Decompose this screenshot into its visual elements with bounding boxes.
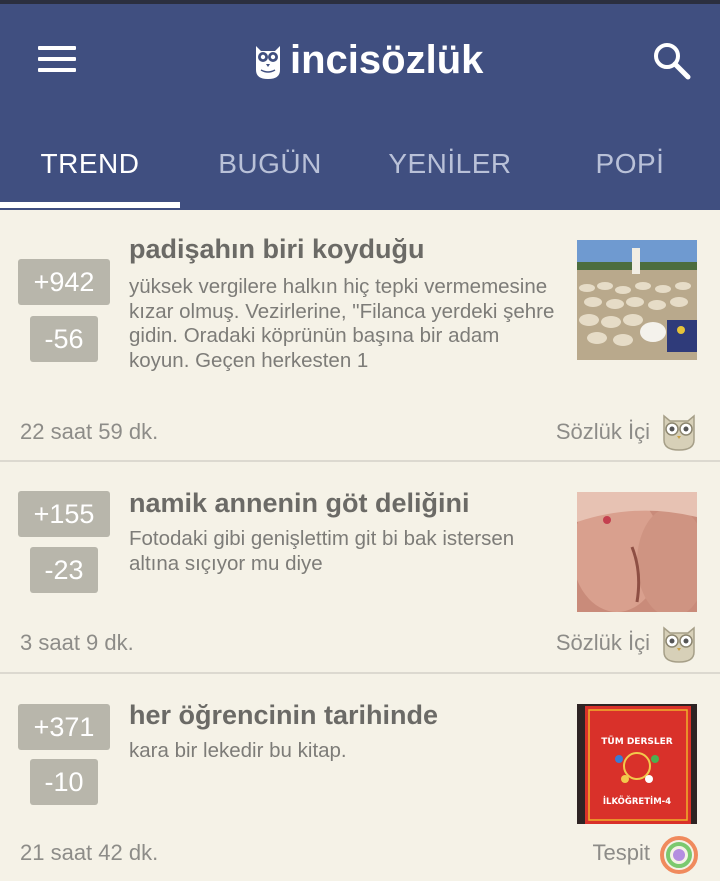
entry-excerpt: Fotodaki gibi genişlettim git bi bak ist… bbox=[129, 527, 515, 575]
tab-bugun[interactable]: BUGÜN bbox=[180, 126, 360, 210]
sheep-flock-photo bbox=[577, 240, 697, 360]
entry-timestamp: 22 saat 59 dk. bbox=[20, 419, 159, 444]
owl-icon bbox=[658, 622, 700, 664]
entry-title[interactable]: namik annenin göt deliğini bbox=[129, 488, 470, 519]
app-logo[interactable]: incisözlük bbox=[252, 36, 483, 84]
upvote-button[interactable]: +942 bbox=[18, 259, 110, 305]
book-title-top: TÜM DERSLER bbox=[601, 736, 672, 747]
entry-thumbnail[interactable] bbox=[577, 240, 697, 360]
tab-bar: TREND BUGÜN YENİLER POPİ bbox=[0, 126, 720, 210]
book-title-bottom: İLKÖĞRETİM-4 bbox=[603, 795, 671, 807]
upvote-button[interactable]: +371 bbox=[18, 704, 110, 750]
downvote-button[interactable]: -23 bbox=[30, 547, 98, 593]
magnifier-icon bbox=[658, 834, 700, 876]
search-icon[interactable] bbox=[652, 41, 692, 81]
entry-card[interactable]: +155 -23 namik annenin göt deliğini Foto… bbox=[0, 462, 720, 672]
entry-timestamp: 3 saat 9 dk. bbox=[20, 630, 134, 655]
app-bar: incisözlük TREND BUGÜN YENİLER POPİ bbox=[0, 4, 720, 210]
hamburger-menu-icon[interactable] bbox=[38, 44, 76, 74]
entry-timestamp: 21 saat 42 dk. bbox=[20, 840, 159, 865]
entry-card[interactable]: +371 -10 her öğrencinin tarihinde kara b… bbox=[0, 674, 720, 874]
entry-title[interactable]: her öğrencinin tarihinde bbox=[129, 700, 438, 731]
downvote-button[interactable]: -10 bbox=[30, 759, 98, 805]
upvote-button[interactable]: +155 bbox=[18, 491, 110, 537]
tab-trend[interactable]: TREND bbox=[0, 126, 180, 210]
entry-card[interactable]: +942 -56 padişahın biri koyduğu yüksek v… bbox=[0, 210, 720, 462]
app-title: incisözlük bbox=[290, 37, 484, 82]
entry-source[interactable]: Sözlük İçi bbox=[556, 630, 650, 656]
entry-excerpt: yüksek vergilere halkın hiç tepki vermem… bbox=[129, 275, 555, 372]
entry-thumbnail[interactable] bbox=[577, 492, 697, 612]
entry-excerpt: kara bir lekedir bu kitap. bbox=[129, 739, 347, 762]
entry-thumbnail[interactable]: TÜM DERSLER İLKÖĞRETİM-4 bbox=[577, 704, 697, 824]
tab-popi[interactable]: POPİ bbox=[540, 126, 720, 210]
owl-icon bbox=[256, 46, 280, 79]
tab-yeniler[interactable]: YENİLER bbox=[360, 126, 540, 210]
red-book-photo: TÜM DERSLER İLKÖĞRETİM-4 bbox=[577, 704, 697, 824]
owl-icon bbox=[658, 410, 700, 452]
active-tab-indicator bbox=[0, 202, 180, 208]
downvote-button[interactable]: -56 bbox=[30, 316, 98, 362]
skin-photo bbox=[577, 492, 697, 612]
entry-source[interactable]: Sözlük İçi bbox=[556, 419, 650, 445]
entry-source[interactable]: Tespit bbox=[593, 840, 650, 866]
entry-title[interactable]: padişahın biri koyduğu bbox=[129, 234, 425, 265]
